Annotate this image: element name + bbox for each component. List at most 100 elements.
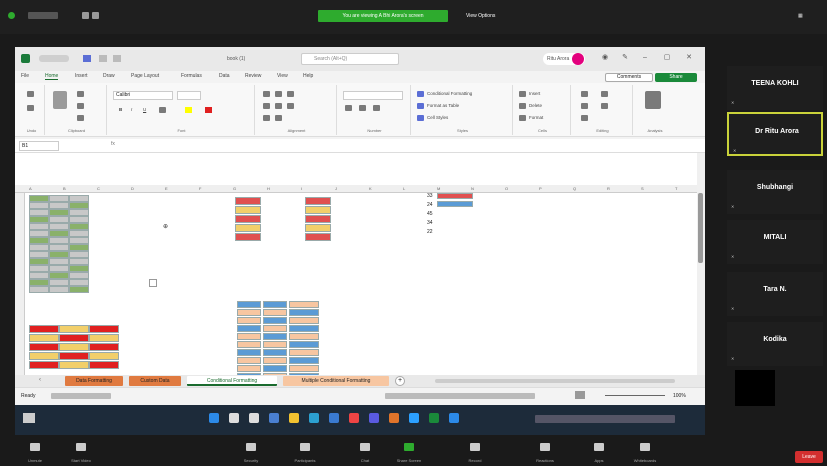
accessibility-status[interactable] — [51, 393, 111, 399]
table-cell[interactable] — [305, 206, 331, 214]
table-cell[interactable] — [29, 202, 49, 209]
menu-data[interactable]: Data — [219, 73, 230, 79]
font-family-select[interactable]: Calibri — [113, 91, 173, 100]
table-cell[interactable] — [237, 349, 261, 356]
table-cell[interactable] — [235, 206, 261, 214]
table-cell[interactable] — [59, 343, 89, 351]
name-box[interactable]: B1 — [19, 141, 59, 151]
table-cell[interactable] — [29, 195, 49, 202]
fill-icon[interactable] — [581, 103, 588, 109]
table-cell[interactable] — [263, 333, 287, 340]
table-cell[interactable] — [89, 352, 119, 360]
table-cell[interactable] — [49, 272, 69, 279]
table-cell[interactable] — [235, 233, 261, 241]
table-cell[interactable] — [289, 341, 319, 348]
table-cell[interactable] — [289, 317, 319, 324]
share-button[interactable]: Share — [655, 73, 697, 82]
menu-home[interactable]: Home — [45, 73, 59, 80]
table-cell[interactable] — [49, 223, 69, 230]
format-as-table-icon[interactable] — [417, 103, 424, 109]
microphone-icon[interactable] — [30, 443, 40, 451]
table-cell[interactable] — [437, 201, 473, 207]
share-screen-icon[interactable] — [404, 443, 414, 451]
cell-styles-icon[interactable] — [417, 115, 424, 121]
find-icon[interactable] — [601, 103, 608, 109]
table-cell[interactable] — [69, 195, 89, 202]
participant-tile[interactable]: MITALI ✕ — [727, 220, 823, 264]
percent-icon[interactable] — [359, 105, 366, 111]
table-cell[interactable] — [235, 215, 261, 223]
align-top-icon[interactable] — [263, 91, 270, 97]
table-cell[interactable] — [49, 279, 69, 286]
table-cell[interactable] — [237, 317, 261, 324]
italic-button[interactable]: I — [131, 107, 132, 112]
cell-styles-button[interactable]: Cell Styles — [427, 115, 448, 120]
table-cell[interactable] — [237, 357, 261, 364]
insert-icon[interactable] — [519, 91, 526, 97]
minimize-icon[interactable]: – — [641, 54, 649, 62]
participant-tile[interactable]: Shubhangi ✕ — [727, 170, 823, 214]
participants-icon[interactable] — [300, 443, 310, 451]
table-cell[interactable] — [49, 237, 69, 244]
underline-button[interactable]: U — [143, 107, 146, 112]
table-cell[interactable] — [59, 325, 89, 333]
horizontal-scrollbar[interactable] — [435, 379, 675, 383]
system-tray[interactable] — [535, 415, 675, 423]
tab-conditional-formatting[interactable]: Conditional Formatting — [187, 376, 277, 386]
table-cell[interactable] — [263, 341, 287, 348]
font-color-icon[interactable] — [205, 107, 212, 113]
table-cell[interactable] — [237, 325, 261, 332]
autosave-toggle[interactable] — [39, 55, 69, 62]
menu-help[interactable]: Help — [303, 73, 313, 79]
paste-icon[interactable] — [53, 91, 67, 109]
save-icon[interactable] — [83, 55, 91, 62]
table-cell[interactable] — [49, 244, 69, 251]
table-cell[interactable] — [237, 365, 261, 372]
cell-area[interactable] — [15, 153, 697, 375]
table-cell[interactable] — [89, 334, 119, 342]
record-icon[interactable] — [470, 443, 480, 451]
table-cell[interactable] — [49, 265, 69, 272]
table-cell[interactable] — [89, 343, 119, 351]
table-cell[interactable] — [237, 341, 261, 348]
scroll-thumb[interactable] — [698, 193, 703, 263]
table-cell[interactable] — [69, 272, 89, 279]
table-cell[interactable] — [305, 215, 331, 223]
conditional-formatting-icon[interactable] — [417, 91, 424, 97]
table-cell[interactable] — [29, 286, 49, 293]
font-size-select[interactable] — [177, 91, 201, 100]
fill-color-icon[interactable] — [185, 107, 192, 113]
table-cell[interactable] — [69, 237, 89, 244]
shield-icon[interactable] — [8, 12, 15, 19]
comments-button[interactable]: Comments — [605, 73, 653, 82]
participant-tile[interactable]: TEENA KOHLI ✕ — [727, 66, 823, 110]
menu-file[interactable]: File — [21, 73, 29, 79]
merge-icon[interactable] — [275, 115, 282, 121]
add-sheet-icon[interactable]: + — [395, 376, 405, 386]
analyze-data-icon[interactable] — [645, 91, 661, 109]
table-cell[interactable] — [49, 258, 69, 265]
menu-draw[interactable]: Draw — [103, 73, 115, 79]
video-camera-icon[interactable] — [76, 443, 86, 451]
tab-data-formatting[interactable]: Data Formatting — [65, 376, 123, 386]
copy-icon[interactable] — [77, 103, 84, 109]
search-icon[interactable] — [229, 413, 239, 423]
borders-icon[interactable] — [159, 107, 166, 113]
table-cell[interactable] — [29, 279, 49, 286]
leave-button[interactable]: Leave — [795, 451, 823, 463]
table-cell[interactable] — [263, 349, 287, 356]
table-cell[interactable] — [29, 361, 59, 369]
video-tile[interactable] — [735, 370, 775, 406]
chrome-icon[interactable] — [349, 413, 359, 423]
close-icon[interactable]: ✕ — [685, 54, 693, 62]
comma-icon[interactable] — [373, 105, 380, 111]
app-icon[interactable] — [449, 413, 459, 423]
table-cell[interactable] — [29, 258, 49, 265]
zoom-slider[interactable] — [605, 395, 665, 396]
table-cell[interactable] — [289, 325, 319, 332]
settings-icon[interactable]: ◉ — [601, 54, 609, 62]
sort-filter-icon[interactable] — [601, 91, 608, 97]
format-icon[interactable] — [519, 115, 526, 121]
align-bottom-icon[interactable] — [287, 91, 294, 97]
autosum-icon[interactable] — [581, 91, 588, 97]
